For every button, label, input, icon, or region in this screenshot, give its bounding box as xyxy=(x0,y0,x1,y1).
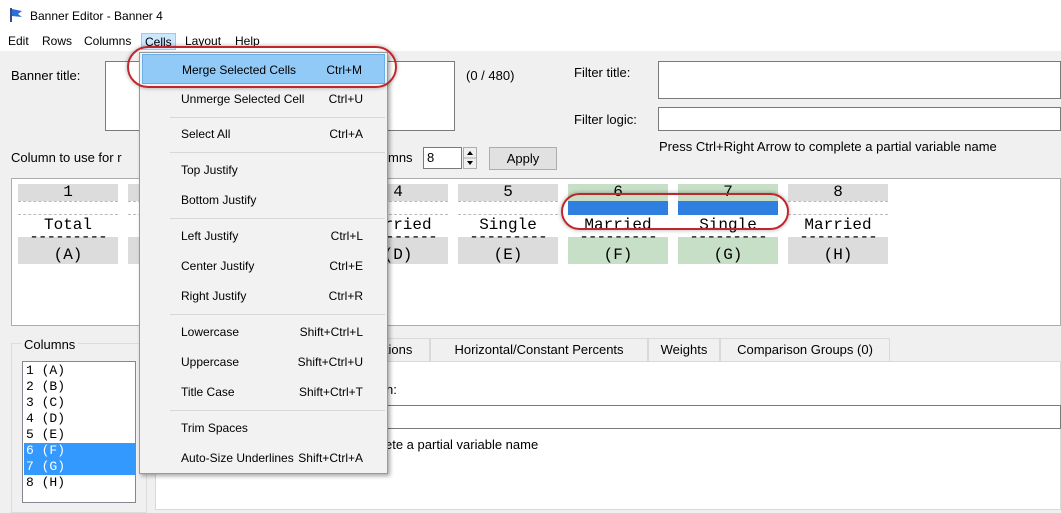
column-code: (A) xyxy=(53,246,83,264)
list-item[interactable]: 1 (A) xyxy=(24,363,135,379)
filter-hint: Press Ctrl+Right Arrow to complete a par… xyxy=(659,139,997,154)
list-item[interactable]: 8 (H) xyxy=(24,475,135,491)
menu-item-label: Trim Spaces xyxy=(181,421,248,435)
empty-cell[interactable] xyxy=(788,201,888,215)
menu-item-shortcut: Ctrl+L xyxy=(330,229,363,243)
list-item[interactable]: 5 (E) xyxy=(24,427,135,443)
columns-listbox[interactable]: 1 (A) 2 (B) 3 (C) 4 (D) 5 (E) 6 (F) 7 (G… xyxy=(22,361,136,503)
column-number: 8 xyxy=(833,183,843,201)
menu-title-case[interactable]: Title Case Shift+Ctrl+T xyxy=(142,377,385,407)
menu-item-shortcut: Ctrl+U xyxy=(328,92,363,106)
banner-app-icon xyxy=(10,8,22,22)
list-item[interactable]: 6 (F) xyxy=(24,443,135,459)
menu-left-justify[interactable]: Left Justify Ctrl+L xyxy=(142,221,385,251)
list-item[interactable]: 2 (B) xyxy=(24,379,135,395)
char-count: (0 / 480) xyxy=(466,68,515,83)
columns-count-label: mns xyxy=(388,150,413,165)
tab-weights[interactable]: Weights xyxy=(648,338,720,362)
menu-right-justify[interactable]: Right Justify Ctrl+R xyxy=(142,281,385,311)
columns-count-spinner[interactable] xyxy=(463,147,477,169)
menu-item-shortcut: Shift+Ctrl+A xyxy=(298,451,363,465)
column-code: (G) xyxy=(713,246,743,264)
menu-item-label: Bottom Justify xyxy=(181,193,257,207)
menu-item-label: Left Justify xyxy=(181,229,239,243)
empty-cell[interactable] xyxy=(18,201,118,215)
menu-unmerge-selected-cell[interactable]: Unmerge Selected Cell Ctrl+U xyxy=(142,84,385,114)
empty-cell[interactable] xyxy=(458,201,558,215)
menu-item-shortcut: Ctrl+E xyxy=(329,259,363,273)
menu-lowercase[interactable]: Lowercase Shift+Ctrl+L xyxy=(142,317,385,347)
list-item[interactable]: 7 (G) xyxy=(24,459,135,475)
menu-item-label: Uppercase xyxy=(181,355,240,369)
menu-item-shortcut: Ctrl+A xyxy=(329,127,363,141)
column-code: (E) xyxy=(493,246,523,264)
menu-item-label: Right Justify xyxy=(181,289,247,303)
menu-uppercase[interactable]: Uppercase Shift+Ctrl+U xyxy=(142,347,385,377)
menu-separator xyxy=(170,410,385,411)
filter-logic-label: Filter logic: xyxy=(574,112,637,127)
tab-comparison-groups[interactable]: Comparison Groups (0) xyxy=(720,338,890,362)
menu-edit[interactable]: Edit xyxy=(5,33,32,50)
tab-horizontal-percents[interactable]: Horizontal/Constant Percents xyxy=(430,338,648,362)
annotation-highlight-menu xyxy=(127,46,397,88)
menu-rows[interactable]: Rows xyxy=(39,33,75,50)
spinner-arrows-icon xyxy=(464,151,476,165)
menu-item-label: Auto-Size Underlines xyxy=(181,451,294,465)
column-use-label: Column to use for r xyxy=(11,150,122,165)
column-underline: --------- xyxy=(799,228,877,246)
column-number: 1 xyxy=(63,183,73,201)
column-underline: --------- xyxy=(29,228,107,246)
menu-item-label: Top Justify xyxy=(181,163,238,177)
menu-item-label: Lowercase xyxy=(181,325,240,339)
banner-column[interactable]: 1 Total --------- (A) xyxy=(18,183,118,264)
list-item[interactable]: 3 (C) xyxy=(24,395,135,411)
menu-separator xyxy=(170,218,385,219)
columns-group-title: Columns xyxy=(21,337,79,352)
list-item[interactable]: 4 (D) xyxy=(24,411,135,427)
menu-item-shortcut: Ctrl+R xyxy=(328,289,363,303)
filter-title-label: Filter title: xyxy=(574,65,631,80)
menu-item-label: Center Justify xyxy=(181,259,255,273)
menu-item-label: Unmerge Selected Cell xyxy=(181,92,305,106)
menu-item-shortcut: Shift+Ctrl+U xyxy=(297,355,363,369)
menu-auto-size-underlines[interactable]: Auto-Size Underlines Shift+Ctrl+A xyxy=(142,443,385,473)
menu-item-shortcut: Shift+Ctrl+T xyxy=(298,385,363,399)
tab-panel-hint: ete a partial variable name xyxy=(385,437,539,452)
column-underline: --------- xyxy=(579,228,657,246)
menu-columns[interactable]: Columns xyxy=(81,33,134,50)
banner-column[interactable]: 8 Married --------- (H) xyxy=(788,183,888,264)
column-code: (F) xyxy=(603,246,633,264)
column-underline: --------- xyxy=(689,228,767,246)
menu-top-justify[interactable]: Top Justify xyxy=(142,155,385,185)
filter-title-input[interactable] xyxy=(658,61,1061,99)
menu-bottom-justify[interactable]: Bottom Justify xyxy=(142,185,385,215)
menu-trim-spaces[interactable]: Trim Spaces xyxy=(142,413,385,443)
banner-title-label: Banner title: xyxy=(11,68,81,83)
menu-item-label: Title Case xyxy=(181,385,235,399)
column-underline: --------- xyxy=(469,228,547,246)
annotation-highlight-cells xyxy=(561,193,789,230)
menu-separator xyxy=(170,314,385,315)
column-code: (H) xyxy=(823,246,853,264)
window-title: Banner Editor - Banner 4 xyxy=(30,9,163,23)
menu-item-label: Select All xyxy=(181,127,231,141)
columns-count-input[interactable]: 8 xyxy=(423,147,462,169)
menu-item-shortcut: Shift+Ctrl+L xyxy=(299,325,363,339)
banner-column[interactable]: 5 Single --------- (E) xyxy=(458,183,558,264)
cells-dropdown-menu: Merge Selected Cells Ctrl+M Unmerge Selec… xyxy=(139,52,388,474)
filter-logic-input[interactable] xyxy=(658,107,1061,131)
menu-separator xyxy=(170,117,385,118)
menu-select-all[interactable]: Select All Ctrl+A xyxy=(142,119,385,149)
menu-center-justify[interactable]: Center Justify Ctrl+E xyxy=(142,251,385,281)
apply-button[interactable]: Apply xyxy=(489,147,557,170)
menu-separator xyxy=(170,152,385,153)
column-number: 5 xyxy=(503,183,513,201)
tab-panel-input[interactable] xyxy=(385,405,1061,429)
